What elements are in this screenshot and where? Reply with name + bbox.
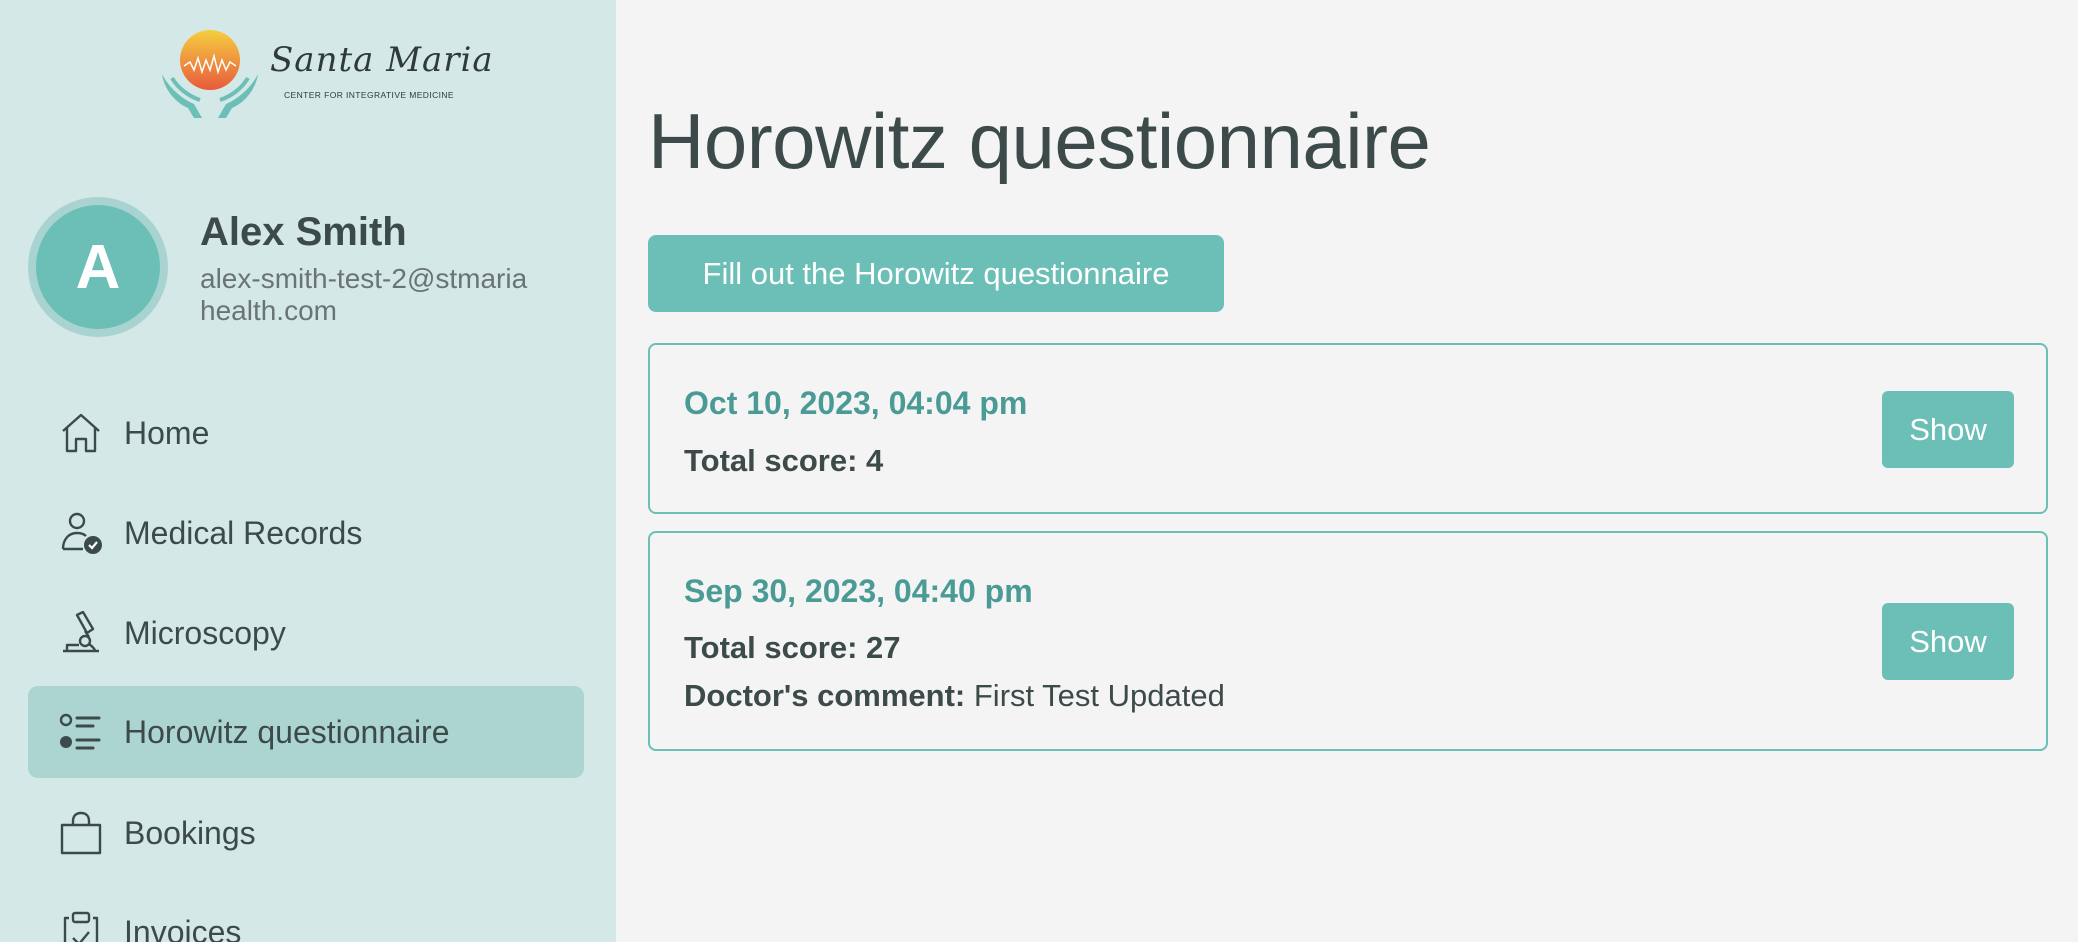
sidebar-item-label: Microscopy [124, 614, 286, 651]
sidebar-item-home[interactable]: Home [28, 387, 584, 479]
score-label: Total score: [684, 630, 858, 665]
logo-tagline: CENTER FOR INTEGRATIVE MEDICINE [284, 90, 454, 100]
sidebar-item-invoices[interactable]: Invoices [28, 886, 584, 942]
entry-date: Sep 30, 2023, 04:40 pm [684, 573, 1033, 609]
user-check-icon [58, 510, 104, 556]
sidebar-item-horowitz-questionnaire[interactable]: Horowitz questionnaire [28, 686, 584, 778]
user-name: Alex Smith [200, 210, 407, 254]
microscope-icon [58, 610, 104, 656]
doctor-comment: Doctor's comment: First Test Updated [684, 678, 1225, 714]
sidebar-item-bookings[interactable]: Bookings [28, 787, 584, 879]
score-label: Total score: [684, 443, 858, 478]
entry-total-score: Total score: 27 [684, 630, 901, 666]
avatar-initial: A [36, 205, 160, 329]
santa-maria-logo[interactable]: Santa Maria CENTER FOR INTEGRATIVE MEDIC… [158, 26, 493, 122]
doctor-comment-text: First Test Updated [973, 678, 1225, 713]
entry-date: Oct 10, 2023, 04:04 pm [684, 385, 1028, 421]
show-button[interactable]: Show [1882, 603, 2014, 680]
sidebar-item-label: Bookings [124, 814, 256, 851]
page-title: Horowitz questionnaire [648, 97, 1431, 185]
logo-sun-hands-icon [162, 30, 258, 118]
sidebar-item-medical-records[interactable]: Medical Records [28, 487, 584, 579]
sidebar-item-label: Horowitz questionnaire [124, 713, 450, 750]
main-content: Horowitz questionnaire Fill out the Horo… [616, 0, 2078, 942]
fill-out-questionnaire-button[interactable]: Fill out the Horowitz questionnaire [648, 235, 1224, 312]
questionnaire-entry-card: Sep 30, 2023, 04:40 pm Total score: 27 D… [648, 531, 2048, 751]
home-icon [58, 410, 104, 456]
shopping-bag-icon [58, 810, 104, 856]
sidebar-item-label: Invoices [124, 913, 242, 942]
doctor-comment-label: Doctor's comment: [684, 678, 966, 713]
questionnaire-entry-card: Oct 10, 2023, 04:04 pm Total score: 4 Sh… [648, 343, 2048, 514]
show-button[interactable]: Show [1882, 391, 2014, 468]
score-value: 27 [866, 630, 901, 665]
score-value: 4 [866, 443, 884, 478]
sidebar: Santa Maria CENTER FOR INTEGRATIVE MEDIC… [0, 0, 616, 942]
sidebar-item-label: Home [124, 414, 210, 451]
clipboard-check-icon [58, 909, 104, 942]
sidebar-item-label: Medical Records [124, 514, 363, 551]
user-email: alex-smith-test-2@stmariahealth.com [200, 263, 528, 326]
avatar: A [28, 197, 168, 337]
logo-script-name: Santa Maria [270, 40, 494, 80]
sidebar-item-microscopy[interactable]: Microscopy [28, 587, 584, 679]
entry-total-score: Total score: 4 [684, 443, 883, 479]
list-icon [58, 709, 104, 755]
